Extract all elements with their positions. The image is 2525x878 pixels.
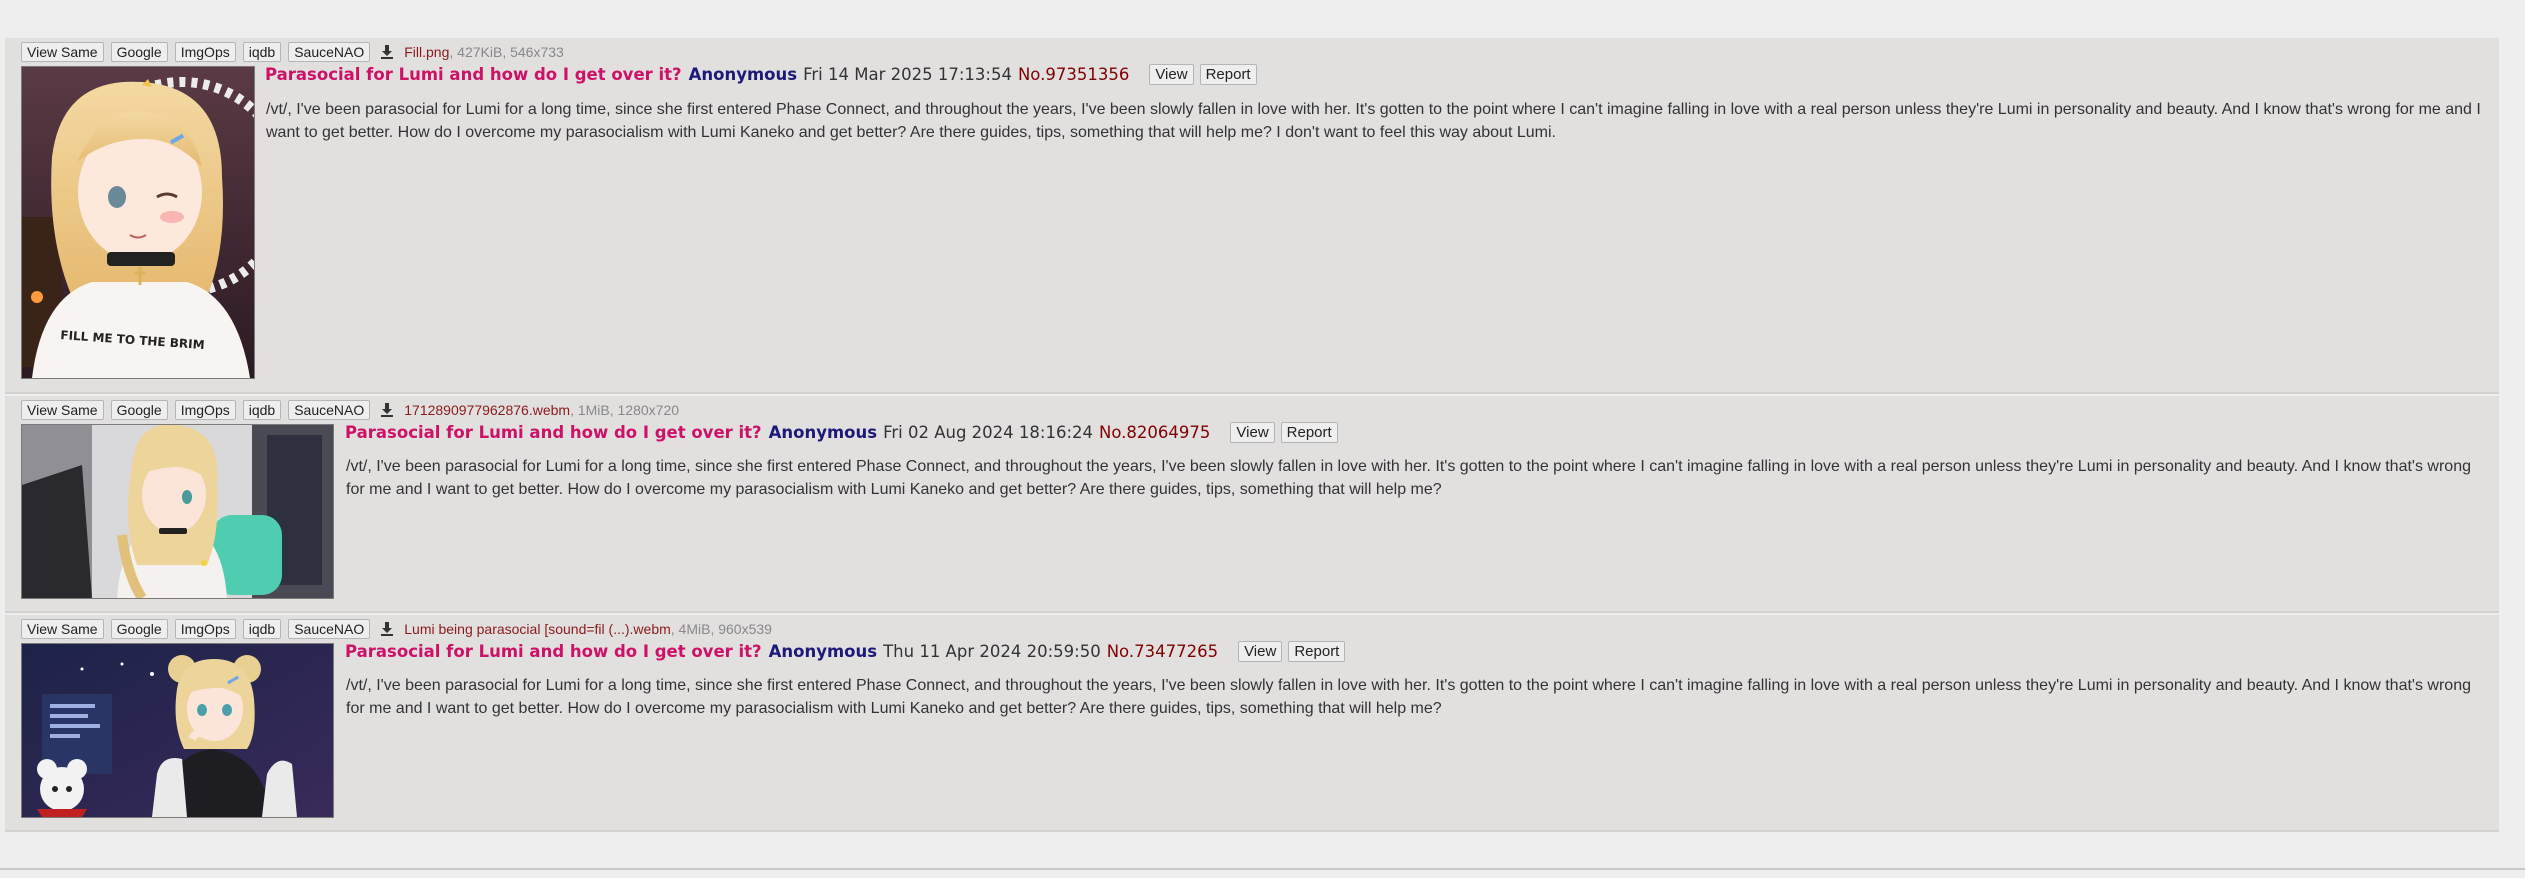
file-meta: , 4MiB, 960x539 [670,621,772,637]
view-button[interactable]: View [1230,422,1275,443]
download-icon[interactable] [380,621,394,637]
view-same-button[interactable]: View Same [21,400,104,420]
view-same-button[interactable]: View Same [21,42,104,62]
post-thumbnail[interactable]: FILL ME TO THE BRIM [21,66,255,379]
iqdb-button[interactable]: iqdb [242,42,282,62]
post-header: Parasocial for Lumi and how do I get ove… [265,64,1257,85]
post-thumbnail[interactable] [21,643,334,818]
post-body: /vt/, I've been parasocial for Lumi for … [346,458,2471,498]
imgops-button[interactable]: ImgOps [174,42,236,62]
post-number-link[interactable]: No.82064975 [1099,423,1210,442]
file-info-bar: View Same Google ImgOps iqdb SauceNAO Fi… [21,42,564,62]
post-date: Thu 11 Apr 2024 20:59:50 [883,642,1101,661]
file-name-link[interactable]: Lumi being parasocial [sound=fil (...).w… [404,621,671,637]
download-icon[interactable] [380,44,394,60]
imgops-button[interactable]: ImgOps [174,400,236,420]
post-number-link[interactable]: No.73477265 [1107,642,1218,661]
iqdb-button[interactable]: iqdb [242,400,282,420]
google-button[interactable]: Google [110,619,168,639]
file-name-link[interactable]: Fill.png [404,44,449,60]
google-button[interactable]: Google [110,42,168,62]
post-body: /vt/, I've been parasocial for Lumi for … [346,677,2471,717]
report-button[interactable]: Report [1280,422,1338,443]
file-info-bar: View Same Google ImgOps iqdb SauceNAO 17… [21,400,679,420]
post-1: View Same Google ImgOps iqdb SauceNAO Fi… [5,38,2499,394]
poster-name: Anonymous [688,65,798,84]
post-3: View Same Google ImgOps iqdb SauceNAO Lu… [5,615,2499,832]
post-header: Parasocial for Lumi and how do I get ove… [345,422,1338,443]
poster-name: Anonymous [768,642,878,661]
google-button[interactable]: Google [110,400,168,420]
report-button[interactable]: Report [1199,64,1257,85]
post-date: Fri 14 Mar 2025 17:13:54 [803,65,1012,84]
file-name-link[interactable]: 1712890977962876.webm [404,402,570,418]
post-header: Parasocial for Lumi and how do I get ove… [345,641,1346,662]
saucenao-button[interactable]: SauceNAO [288,400,371,420]
post-subject: Parasocial for Lumi and how do I get ove… [345,423,762,442]
file-info-bar: View Same Google ImgOps iqdb SauceNAO Lu… [21,619,772,639]
post-number-link[interactable]: No.97351356 [1018,65,1129,84]
poster-name: Anonymous [768,423,878,442]
view-same-button[interactable]: View Same [21,619,104,639]
post-subject: Parasocial for Lumi and how do I get ove… [345,642,762,661]
post-2: View Same Google ImgOps iqdb SauceNAO 17… [5,396,2499,613]
iqdb-button[interactable]: iqdb [242,619,282,639]
file-meta: , 1MiB, 1280x720 [570,402,680,418]
view-button[interactable]: View [1238,641,1283,662]
download-icon[interactable] [380,402,394,418]
saucenao-button[interactable]: SauceNAO [288,42,371,62]
post-thumbnail[interactable] [21,424,334,599]
page-divider [0,868,2525,870]
view-button[interactable]: View [1149,64,1194,85]
file-meta: , 427KiB, 546x733 [449,44,564,60]
post-body: /vt/, I've been parasocial for Lumi for … [266,101,2481,141]
post-date: Fri 02 Aug 2024 18:16:24 [883,423,1094,442]
imgops-button[interactable]: ImgOps [174,619,236,639]
post-subject: Parasocial for Lumi and how do I get ove… [265,65,682,84]
saucenao-button[interactable]: SauceNAO [288,619,371,639]
report-button[interactable]: Report [1288,641,1346,662]
